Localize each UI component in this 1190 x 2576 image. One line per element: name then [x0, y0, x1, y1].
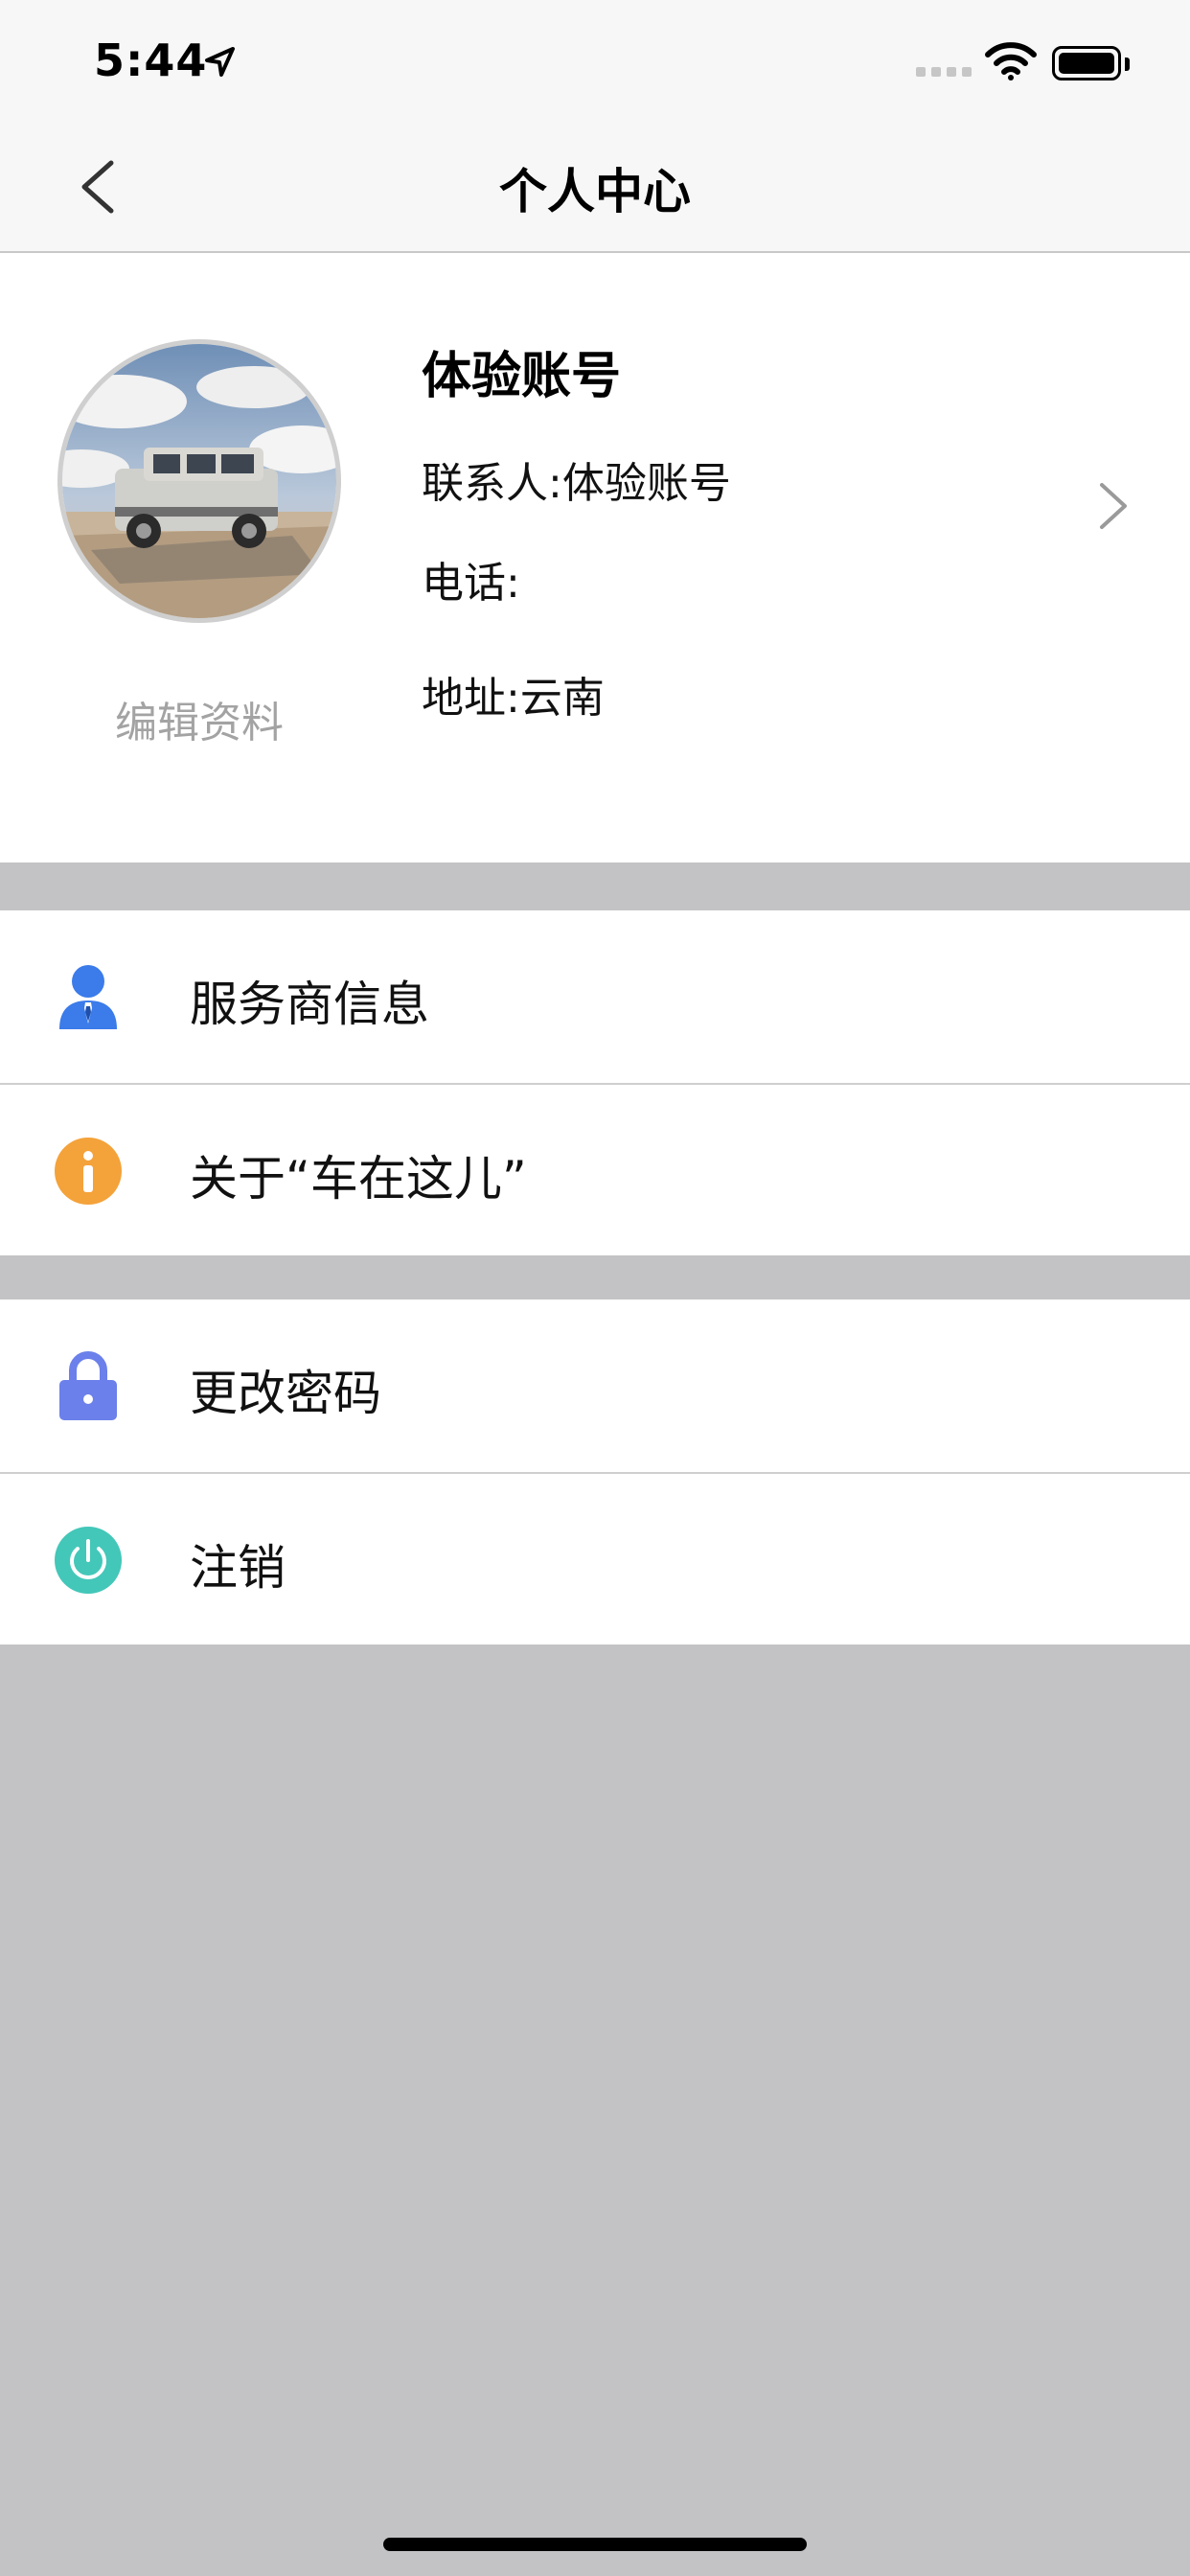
contact-person: 联系人:体验账号 [422, 459, 731, 508]
menu-item-about[interactable]: 关于“车在这儿” [0, 1083, 1190, 1257]
menu-label-logout: 注销 [190, 1540, 286, 1596]
avatar-car-image [62, 344, 336, 618]
avatar[interactable] [57, 339, 341, 623]
account-name: 体验账号 [422, 348, 622, 405]
menu-item-logout[interactable]: 注销 [0, 1472, 1190, 1646]
profile-card[interactable]: 编辑资料 体验账号 联系人:体验账号 电话: 地址:云南 [0, 253, 1190, 862]
menu-group-info: 服务商信息 关于“车在这儿” [0, 910, 1190, 1255]
phone-number: 电话: [422, 559, 520, 608]
person-icon [59, 965, 117, 1029]
power-icon [55, 1527, 122, 1594]
navigation-bar: 5:44 个人中心 [0, 0, 1190, 253]
menu-item-change-password[interactable]: 更改密码 [0, 1300, 1190, 1472]
battery-icon [1052, 46, 1121, 80]
info-icon [55, 1138, 122, 1205]
page-title: 个人中心 [499, 164, 691, 219]
lock-icon [59, 1351, 117, 1420]
cellular-signal-icon [916, 67, 972, 80]
wifi-icon [985, 42, 1037, 80]
menu-label-change-password: 更改密码 [190, 1366, 381, 1421]
menu-item-service-provider[interactable]: 服务商信息 [0, 910, 1190, 1083]
menu-group-account: 更改密码 注销 [0, 1300, 1190, 1644]
battery-cap [1125, 58, 1130, 71]
status-time: 5:44 [94, 34, 208, 86]
menu-label-service-provider: 服务商信息 [190, 977, 429, 1032]
edit-profile-link[interactable]: 编辑资料 [57, 688, 341, 749]
address: 地址:云南 [422, 674, 605, 723]
location-arrow-icon [205, 47, 235, 77]
home-indicator [383, 2538, 807, 2551]
status-bar: 5:44 [0, 0, 1190, 126]
menu-label-about: 关于“车在这儿” [190, 1151, 527, 1207]
chevron-right-icon[interactable] [1094, 479, 1133, 533]
